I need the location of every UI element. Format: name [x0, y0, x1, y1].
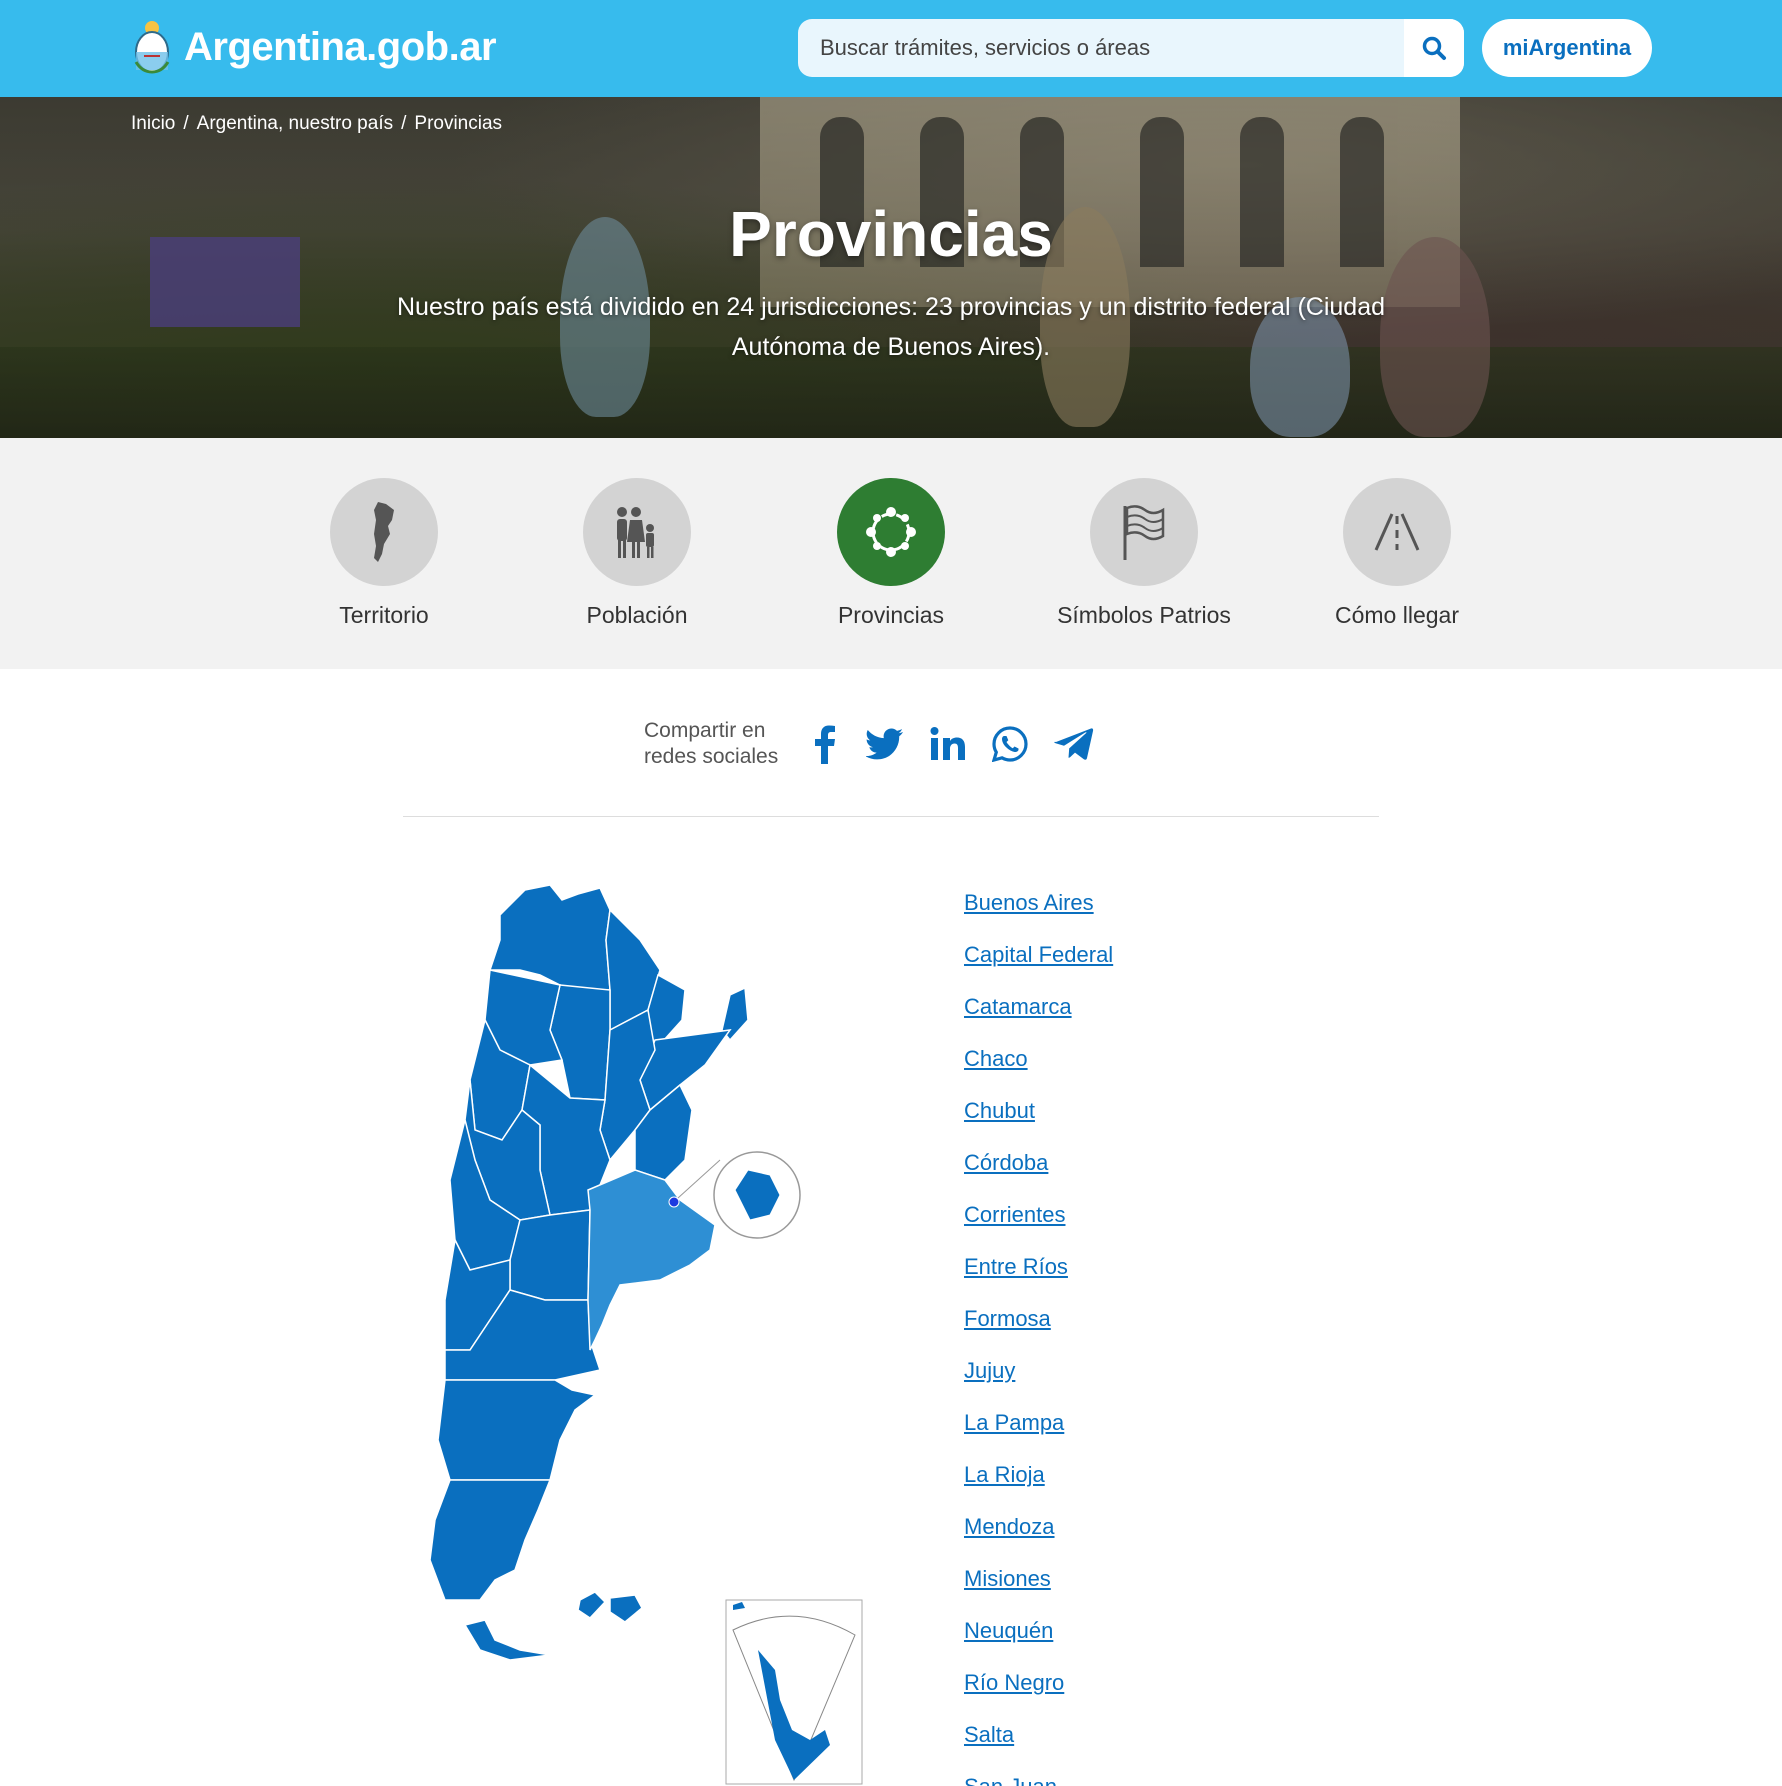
- province-malvinas-west: [577, 1591, 607, 1619]
- breadcrumb-home[interactable]: Inicio: [131, 113, 175, 135]
- network-circle-icon: [866, 507, 916, 557]
- province-santiago: [549, 984, 611, 1101]
- list-item: Chubut: [964, 1098, 1113, 1150]
- miargentina-button[interactable]: miArgentina: [1482, 19, 1652, 77]
- province-link[interactable]: Buenos Aires: [964, 890, 1094, 915]
- share-bar: Compartir en redes sociales: [644, 718, 1094, 770]
- province-link[interactable]: Chaco: [964, 1046, 1028, 1071]
- nav-item-simbolos[interactable]: Símbolos Patrios: [1044, 478, 1244, 629]
- map-silhouette-icon: [374, 502, 394, 562]
- list-item: Neuquén: [964, 1618, 1113, 1670]
- list-item: Capital Federal: [964, 942, 1113, 994]
- nav-item-circle: [583, 478, 691, 586]
- nav-item-label: Símbolos Patrios: [1057, 602, 1231, 628]
- province-link[interactable]: Córdoba: [964, 1150, 1048, 1175]
- share-label-line: redes sociales: [644, 745, 779, 768]
- flag-icon: [1123, 505, 1165, 560]
- caba-marker: [668, 1196, 680, 1208]
- province-link[interactable]: Corrientes: [964, 1202, 1065, 1227]
- nav-item-circle: [1090, 478, 1198, 586]
- nav-item-label: Cómo llegar: [1335, 602, 1459, 628]
- province-tierra-del-fuego: [463, 1619, 551, 1661]
- nav-item-como-llegar[interactable]: Cómo llegar: [1297, 478, 1497, 629]
- nav-item-label: Territorio: [339, 602, 429, 628]
- list-item: Chaco: [964, 1046, 1113, 1098]
- province-link[interactable]: Salta: [964, 1722, 1014, 1747]
- list-item: Mendoza: [964, 1514, 1113, 1566]
- section-divider: [403, 816, 1379, 817]
- search-bar: [798, 19, 1464, 77]
- province-santa-cruz: [430, 1479, 552, 1601]
- nav-item-circle: [1343, 478, 1451, 586]
- list-item: San Juan: [964, 1774, 1113, 1786]
- province-list: Buenos Aires Capital Federal Catamarca C…: [964, 890, 1113, 1786]
- province-link[interactable]: Entre Ríos: [964, 1254, 1068, 1279]
- breadcrumb: Inicio / Argentina, nuestro país / Provi…: [131, 113, 502, 135]
- list-item: Buenos Aires: [964, 890, 1113, 942]
- list-item: Jujuy: [964, 1358, 1113, 1410]
- province-buenos-aires: [587, 1169, 716, 1351]
- linkedin-icon[interactable]: [930, 726, 966, 762]
- share-icons: [810, 724, 1094, 764]
- province-link[interactable]: La Rioja: [964, 1462, 1045, 1487]
- site-header: Argentina.gob.ar miArgentina: [0, 0, 1782, 97]
- province-link[interactable]: Mendoza: [964, 1514, 1055, 1539]
- list-item: Corrientes: [964, 1202, 1113, 1254]
- road-icon: [1374, 513, 1420, 551]
- list-item: Misiones: [964, 1566, 1113, 1618]
- province-link[interactable]: La Pampa: [964, 1410, 1064, 1435]
- nav-item-label: Provincias: [837, 602, 945, 628]
- province-chubut: [437, 1379, 597, 1481]
- province-link[interactable]: San Juan: [964, 1774, 1057, 1786]
- province-link[interactable]: Chubut: [964, 1098, 1035, 1123]
- section-nav: Territorio Población Provincias Símbolos…: [0, 438, 1782, 669]
- page-subtitle-line: Nuestro país está dividido en 24 jurisdi…: [396, 293, 1386, 321]
- province-link[interactable]: Catamarca: [964, 994, 1072, 1019]
- breadcrumb-separator: /: [183, 113, 189, 134]
- page-title: Provincias: [729, 198, 1053, 270]
- province-la-pampa: [509, 1209, 591, 1301]
- facebook-icon[interactable]: [810, 724, 840, 764]
- province-link[interactable]: Jujuy: [964, 1358, 1015, 1383]
- search-button[interactable]: [1404, 19, 1464, 77]
- nav-item-poblacion[interactable]: Población: [537, 478, 737, 629]
- list-item: Entre Ríos: [964, 1254, 1113, 1306]
- breadcrumb-current: Provincias: [414, 113, 503, 134]
- list-item: La Pampa: [964, 1410, 1113, 1462]
- argentina-provinces-map: [430, 884, 863, 1785]
- list-item: Formosa: [964, 1306, 1113, 1358]
- nav-item-territorio[interactable]: Territorio: [284, 478, 484, 629]
- share-label-line: Compartir en: [644, 719, 766, 742]
- search-input[interactable]: [798, 19, 1404, 77]
- province-link[interactable]: Formosa: [964, 1306, 1051, 1331]
- site-logo[interactable]: Argentina.gob.ar: [132, 18, 497, 76]
- telegram-icon[interactable]: [1054, 727, 1094, 761]
- share-label: Compartir en redes sociales: [644, 718, 794, 770]
- search-icon: [1422, 36, 1446, 60]
- breadcrumb-separator: /: [401, 113, 407, 134]
- whatsapp-icon[interactable]: [992, 726, 1028, 762]
- twitter-icon[interactable]: [866, 728, 904, 760]
- list-item: Río Negro: [964, 1670, 1113, 1722]
- nav-item-label: Población: [586, 602, 688, 628]
- nav-item-circle: [330, 478, 438, 586]
- nav-item-provincias[interactable]: Provincias: [791, 478, 991, 629]
- province-link[interactable]: Capital Federal: [964, 942, 1113, 967]
- list-item: Salta: [964, 1722, 1113, 1774]
- nav-item-circle: [837, 478, 945, 586]
- list-item: La Rioja: [964, 1462, 1113, 1514]
- province-link[interactable]: Neuquén: [964, 1618, 1053, 1643]
- list-item: Córdoba: [964, 1150, 1113, 1202]
- family-icon: [617, 507, 654, 558]
- province-link[interactable]: Misiones: [964, 1566, 1051, 1591]
- hero-banner: Inicio / Argentina, nuestro país / Provi…: [0, 97, 1782, 438]
- brand-name: Argentina.gob.ar: [184, 24, 497, 69]
- breadcrumb-argentina[interactable]: Argentina, nuestro país: [197, 113, 393, 135]
- province-malvinas-east: [609, 1594, 643, 1623]
- province-link[interactable]: Río Negro: [964, 1670, 1064, 1695]
- coat-of-arms-icon: [134, 21, 170, 74]
- page-subtitle: Nuestro país está dividido en 24 jurisdi…: [391, 287, 1391, 367]
- page-subtitle-line: Autónoma de Buenos Aires).: [731, 333, 1051, 361]
- list-item: Catamarca: [964, 994, 1113, 1046]
